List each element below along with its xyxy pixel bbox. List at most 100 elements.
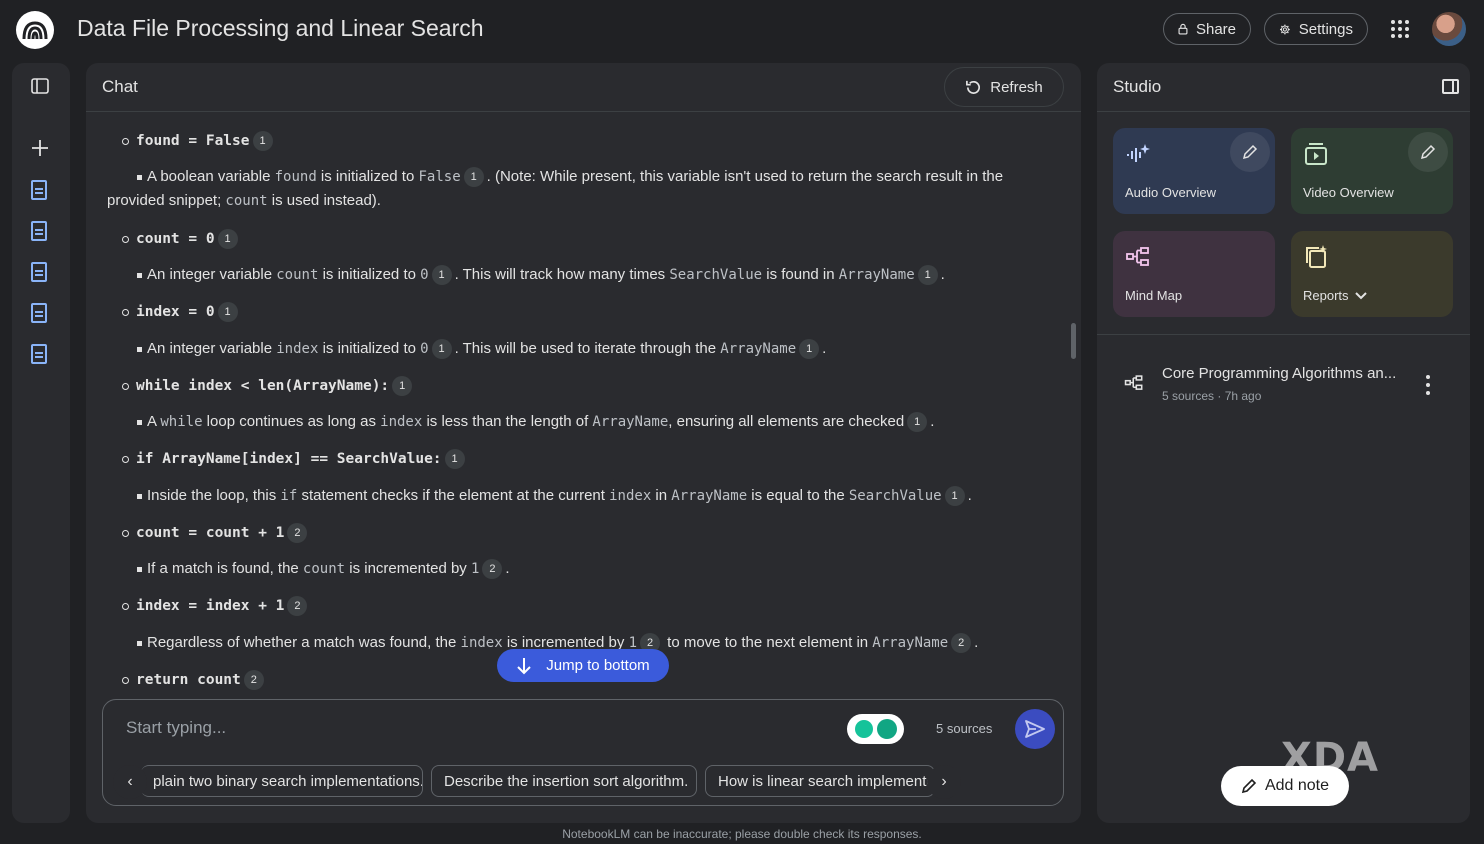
studio-panel: Studio Audio Overview Video Overview Min… bbox=[1097, 63, 1470, 823]
list-item: count = 01 bbox=[122, 229, 241, 249]
citation-chip[interactable]: 1 bbox=[392, 376, 413, 396]
citation-chip[interactable]: 1 bbox=[444, 449, 465, 469]
list-item: An integer variable count is initialized… bbox=[137, 265, 945, 285]
share-button[interactable]: Share bbox=[1163, 13, 1251, 45]
saved-note-item[interactable]: Core Programming Algorithms an... 5 sour… bbox=[1097, 353, 1470, 413]
citation-chip[interactable]: 2 bbox=[951, 633, 972, 653]
audio-overview-label: Audio Overview bbox=[1125, 185, 1217, 200]
suggestion-chip[interactable]: How is linear search implemente bbox=[705, 765, 935, 797]
reports-card[interactable]: Reports bbox=[1291, 231, 1453, 317]
citation-chip[interactable]: 2 bbox=[243, 670, 264, 690]
suggestion-chip[interactable]: plain two binary search implementations. bbox=[141, 765, 423, 797]
video-overview-label: Video Overview bbox=[1303, 185, 1394, 200]
citation-chip[interactable]: 2 bbox=[287, 596, 308, 616]
suggestion-chip[interactable]: Describe the insertion sort algorithm. bbox=[431, 765, 697, 797]
refresh-button[interactable]: Refresh bbox=[944, 67, 1064, 107]
suggestion-row: plain two binary search implementations.… bbox=[113, 764, 1053, 800]
arrow-down-icon bbox=[517, 657, 532, 674]
composer: 5 sources plain two binary search implem… bbox=[102, 699, 1064, 806]
chat-scrollbar[interactable] bbox=[1071, 323, 1076, 359]
disclaimer-text: NotebookLM can be inaccurate; please dou… bbox=[562, 827, 922, 841]
jump-to-bottom-label: Jump to bottom bbox=[546, 657, 650, 674]
document-icon[interactable] bbox=[31, 180, 51, 200]
audio-overview-card[interactable]: Audio Overview bbox=[1113, 128, 1275, 214]
list-item: An integer variable index is initialized… bbox=[137, 339, 826, 359]
mind-map-card[interactable]: Mind Map bbox=[1113, 231, 1275, 317]
lock-icon bbox=[1178, 23, 1188, 35]
note-meta: 5 sources · 7h ago bbox=[1162, 389, 1262, 403]
send-button[interactable] bbox=[1015, 709, 1055, 749]
pencil-icon[interactable] bbox=[1230, 132, 1270, 172]
kebab-menu-icon[interactable] bbox=[1423, 375, 1433, 395]
sources-count: 5 sources bbox=[936, 721, 993, 736]
notebook-title[interactable]: Data File Processing and Linear Search bbox=[77, 15, 484, 42]
citation-chip[interactable]: 1 bbox=[217, 229, 238, 249]
citation-chip[interactable]: 1 bbox=[917, 265, 938, 285]
chat-input[interactable] bbox=[126, 718, 806, 738]
studio-header: Studio bbox=[1097, 63, 1470, 112]
chat-title: Chat bbox=[102, 77, 138, 96]
chevron-down-icon bbox=[1354, 291, 1367, 299]
send-icon bbox=[1025, 720, 1045, 738]
chevron-right-icon[interactable]: › bbox=[927, 765, 961, 799]
mind-map-icon bbox=[1126, 247, 1149, 266]
list-item: count = count + 12 bbox=[122, 523, 310, 543]
sidebar-toggle-icon[interactable] bbox=[31, 77, 51, 97]
list-item: A boolean variable found is initialized … bbox=[137, 167, 1003, 187]
list-item: Inside the loop, this if statement check… bbox=[137, 486, 972, 506]
top-bar: Data File Processing and Linear Search S… bbox=[0, 0, 1484, 60]
jump-to-bottom-button[interactable]: Jump to bottom bbox=[497, 649, 669, 682]
chat-header: Chat Refresh bbox=[86, 63, 1081, 112]
list-item: If a match is found, the count is increm… bbox=[137, 559, 510, 579]
studio-title: Studio bbox=[1113, 77, 1162, 96]
refresh-label: Refresh bbox=[990, 78, 1043, 96]
citation-chip[interactable]: 1 bbox=[252, 131, 273, 151]
plus-icon[interactable] bbox=[31, 139, 51, 159]
list-item: while index < len(ArrayName): 1 bbox=[122, 376, 415, 396]
audio-sparkle-icon bbox=[1127, 144, 1150, 162]
apps-grid-icon[interactable] bbox=[1389, 18, 1411, 40]
share-label: Share bbox=[1195, 20, 1236, 38]
citation-chip[interactable]: 2 bbox=[287, 523, 308, 543]
citation-chip[interactable]: 1 bbox=[944, 486, 965, 506]
add-note-button[interactable]: Add note bbox=[1221, 766, 1349, 806]
pencil-icon bbox=[1241, 778, 1257, 794]
citation-chip[interactable]: 1 bbox=[217, 302, 238, 322]
video-overview-card[interactable]: Video Overview bbox=[1291, 128, 1453, 214]
grammarly-g-icon bbox=[876, 719, 897, 739]
list-item: index = index + 12 bbox=[122, 596, 310, 616]
reports-icon bbox=[1306, 245, 1327, 268]
document-icon[interactable] bbox=[31, 221, 51, 241]
citation-chip[interactable]: 2 bbox=[482, 559, 503, 579]
panel-toggle-icon[interactable] bbox=[1442, 79, 1459, 94]
citation-chip[interactable]: 1 bbox=[463, 167, 484, 187]
citation-chip[interactable]: 1 bbox=[907, 412, 928, 432]
avatar[interactable] bbox=[1432, 12, 1466, 46]
reports-dropdown[interactable]: Reports bbox=[1303, 288, 1367, 303]
chevron-left-icon[interactable]: ‹ bbox=[113, 765, 147, 799]
citation-chip[interactable]: 1 bbox=[431, 339, 452, 359]
notebooklm-logo-icon[interactable] bbox=[16, 11, 54, 49]
citation-chip[interactable]: 1 bbox=[799, 339, 820, 359]
refresh-icon bbox=[966, 80, 981, 94]
add-note-label: Add note bbox=[1264, 777, 1330, 794]
gear-icon bbox=[1279, 24, 1290, 34]
settings-button[interactable]: Settings bbox=[1264, 13, 1368, 45]
mind-map-icon bbox=[1124, 375, 1143, 390]
mind-map-label: Mind Map bbox=[1125, 288, 1183, 303]
sources-rail bbox=[12, 63, 70, 823]
chat-panel: Chat Refresh found = False 1 A boolean va… bbox=[86, 63, 1081, 823]
grammarly-widget[interactable] bbox=[847, 714, 904, 744]
video-icon bbox=[1305, 143, 1327, 165]
document-icon[interactable] bbox=[31, 344, 51, 364]
grammarly-icon bbox=[854, 720, 873, 738]
pencil-icon[interactable] bbox=[1408, 132, 1448, 172]
citation-chip[interactable]: 1 bbox=[431, 265, 452, 285]
list-item: A while loop continues as long as index … bbox=[137, 412, 934, 432]
list-item: found = False 1 bbox=[122, 131, 276, 151]
note-title: Core Programming Algorithms an... bbox=[1162, 365, 1397, 382]
list-item: index = 01 bbox=[122, 302, 241, 322]
document-icon[interactable] bbox=[31, 303, 51, 323]
list-item-continuation: provided snippet; count is used instead)… bbox=[107, 192, 381, 209]
document-icon[interactable] bbox=[31, 262, 51, 282]
